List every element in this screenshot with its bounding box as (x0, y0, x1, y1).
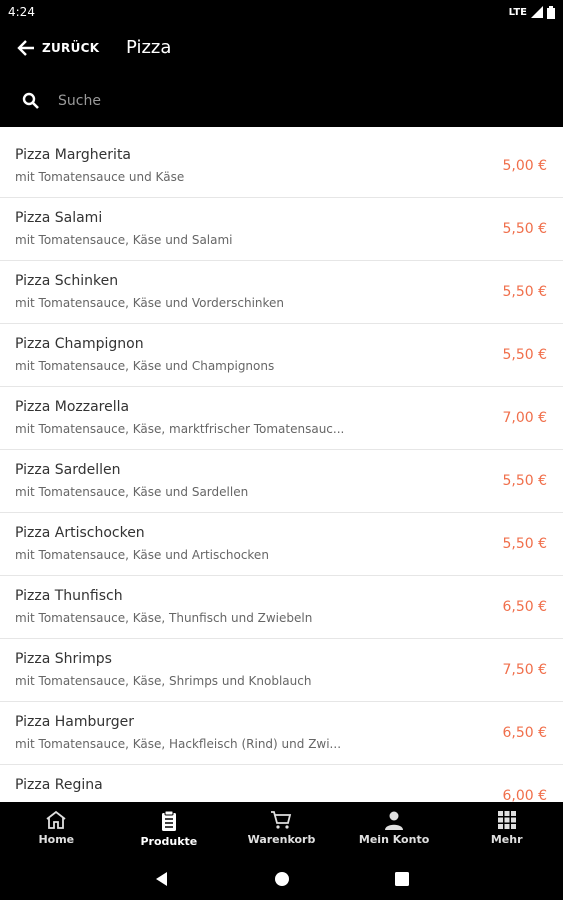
system-back-button[interactable] (147, 864, 177, 894)
search-input[interactable] (50, 88, 546, 114)
nav-label: Home (38, 833, 75, 846)
product-row[interactable]: Pizza Regina 6,00 € (0, 765, 563, 802)
nav-label: Mein Konto (358, 833, 430, 846)
product-name: Pizza Schinken (15, 273, 119, 289)
product-row[interactable]: Pizza Champignon mit Tomatensauce, Käse … (0, 324, 563, 387)
product-price: 6,50 € (502, 725, 547, 741)
triangle-back-icon (155, 871, 167, 886)
product-description: mit Tomatensauce, Käse und Sardellen (15, 485, 249, 499)
nav-label: Produkte (140, 835, 198, 848)
arrow-back-icon (17, 40, 34, 56)
product-description: mit Tomatensauce, Käse und Vorderschinke… (15, 296, 285, 310)
search-icon (22, 92, 39, 109)
product-description: mit Tomatensauce, Käse und Champignons (15, 359, 275, 373)
home-icon (46, 810, 66, 829)
nav-label: Mehr (490, 833, 523, 846)
nav-home[interactable]: Home (0, 802, 113, 857)
grid-icon (497, 811, 516, 829)
product-name: Pizza Artischocken (15, 525, 145, 541)
product-row[interactable]: Pizza Mozzarella mit Tomatensauce, Käse,… (0, 387, 563, 450)
back-label: ZURÜCK (42, 41, 100, 55)
product-description: mit Tomatensauce, Käse und Salami (15, 233, 233, 247)
product-price: 6,50 € (502, 599, 547, 615)
product-name: Pizza Margherita (15, 147, 132, 163)
product-price: 5,50 € (502, 221, 547, 237)
product-price: 5,50 € (502, 284, 547, 300)
product-price: 7,50 € (502, 662, 547, 678)
status-time: 4:24 (8, 5, 35, 19)
product-row[interactable]: Pizza Sardellen mit Tomatensauce, Käse u… (0, 450, 563, 513)
back-button[interactable]: ZURÜCK (16, 38, 99, 58)
page-title: Pizza (126, 37, 172, 58)
product-name: Pizza Salami (15, 210, 103, 226)
nav-warenkorb[interactable]: Warenkorb (225, 802, 338, 857)
product-row[interactable]: Pizza Thunfisch mit Tomatensauce, Käse, … (0, 576, 563, 639)
battery-icon (547, 5, 555, 19)
product-price: 6,00 € (502, 788, 547, 802)
search-bar (0, 76, 563, 127)
status-icons: LTE (508, 5, 555, 19)
product-row[interactable]: Pizza Hamburger mit Tomatensauce, Käse, … (0, 702, 563, 765)
system-nav-bar (0, 857, 563, 900)
system-home-button[interactable] (267, 864, 297, 894)
product-name: Pizza Mozzarella (15, 399, 130, 415)
product-price: 5,50 € (502, 473, 547, 489)
product-description: mit Tomatensauce, Käse und Artischocken (15, 548, 269, 562)
product-row[interactable]: Pizza Margherita mit Tomatensauce und Kä… (0, 135, 563, 198)
nav-mein-konto[interactable]: Mein Konto (338, 802, 451, 857)
product-price: 7,00 € (502, 410, 547, 426)
bottom-nav: Home Produkte Warenkorb Mein Konto Mehr (0, 802, 563, 857)
product-name: Pizza Hamburger (15, 714, 135, 730)
product-name: Pizza Sardellen (15, 462, 121, 478)
system-recents-button[interactable] (387, 864, 417, 894)
square-recents-icon (394, 871, 409, 886)
app-bar: ZURÜCK Pizza (0, 24, 563, 76)
product-price: 5,00 € (502, 158, 547, 174)
person-icon (385, 811, 404, 830)
product-description: mit Tomatensauce, Käse, Thunfisch und Zw… (15, 611, 313, 625)
product-description: mit Tomatensauce und Käse (15, 170, 185, 184)
nav-label: Warenkorb (247, 833, 316, 846)
product-price: 5,50 € (502, 347, 547, 363)
product-row[interactable]: Pizza Shrimps mit Tomatensauce, Käse, Sh… (0, 639, 563, 702)
network-label: LTE (508, 6, 527, 18)
cart-icon (271, 811, 292, 829)
clipboard-icon (161, 810, 176, 831)
product-row[interactable]: Pizza Schinken mit Tomatensauce, Käse un… (0, 261, 563, 324)
nav-mehr[interactable]: Mehr (450, 802, 563, 857)
product-description: mit Tomatensauce, Käse, marktfrischer To… (15, 422, 345, 436)
product-row[interactable]: Pizza Salami mit Tomatensauce, Käse und … (0, 198, 563, 261)
product-list: Pizza Margherita mit Tomatensauce und Kä… (0, 135, 563, 802)
product-description: mit Tomatensauce, Käse, Hackfleisch (Rin… (15, 737, 342, 751)
circle-home-icon (274, 871, 289, 886)
product-name: Pizza Shrimps (15, 651, 112, 667)
product-name: Pizza Champignon (15, 336, 144, 352)
product-row[interactable]: Pizza Artischocken mit Tomatensauce, Käs… (0, 513, 563, 576)
product-description: mit Tomatensauce, Käse, Shrimps und Knob… (15, 674, 312, 688)
product-price: 5,50 € (502, 536, 547, 552)
product-name: Pizza Thunfisch (15, 588, 123, 604)
signal-icon (531, 6, 543, 18)
product-name: Pizza Regina (15, 777, 103, 793)
nav-produkte[interactable]: Produkte (113, 802, 226, 857)
status-bar: 4:24 LTE (0, 0, 563, 24)
